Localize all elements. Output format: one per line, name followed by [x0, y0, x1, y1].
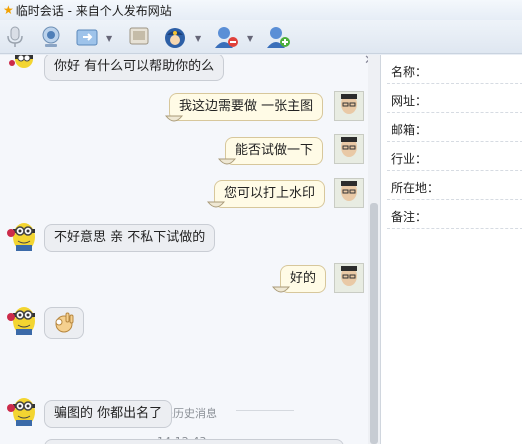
- chevron-down-icon[interactable]: ▼: [247, 34, 253, 43]
- message-bubble: 骗图的 你都出名了: [44, 400, 173, 428]
- message-bubble: 不好意思 亲 不私下试做的: [44, 224, 216, 252]
- profile-field-notes: 备注：: [391, 210, 428, 224]
- message-bubble: 您可以打上水印: [214, 180, 326, 208]
- user-avatar[interactable]: [334, 134, 364, 164]
- message-bubble: 你好 有什么可以帮助你的么: [44, 55, 225, 81]
- contact-avatar[interactable]: [6, 304, 36, 335]
- divider: [387, 228, 522, 229]
- message-bubble: 我这边需要做 一张主图: [169, 93, 324, 121]
- profile-field-website: 网址：: [391, 94, 428, 108]
- profile-field-industry: 行业：: [391, 152, 428, 166]
- microphone-icon[interactable]: [2, 24, 28, 50]
- profile-field-name: 名称：: [391, 65, 428, 79]
- chat-history: 你好 有什么可以帮助你的么 我这边需要做 一张主图 能否试做一下 您可以打上水印…: [0, 55, 370, 444]
- user-avatar[interactable]: [334, 263, 364, 293]
- contact-avatar[interactable]: [7, 55, 37, 85]
- police-icon[interactable]: [162, 24, 188, 50]
- chat-scrollbar[interactable]: [368, 55, 380, 444]
- divider: [236, 410, 294, 411]
- remove-user-icon[interactable]: [214, 24, 240, 50]
- bubble-tail-icon: [272, 286, 290, 293]
- message-bubble: [44, 307, 84, 339]
- divider: [387, 83, 522, 84]
- user-avatar[interactable]: [334, 178, 364, 208]
- send-file-icon[interactable]: [74, 24, 100, 50]
- title-bar: ★ 临时会话 - 来自个人发布网站: [0, 0, 522, 20]
- divider: [387, 112, 522, 113]
- divider: [387, 170, 522, 171]
- profile-field-location: 所在地：: [391, 181, 440, 195]
- bubble-tail-icon: [207, 201, 225, 208]
- star-icon: ★: [3, 3, 14, 17]
- contact-avatar[interactable]: [6, 220, 36, 251]
- toolbar: ▼ ▼ ▼: [0, 20, 522, 54]
- chevron-down-icon[interactable]: ▼: [195, 34, 201, 43]
- user-avatar[interactable]: [334, 91, 364, 121]
- ok-hand-emoji-icon: [55, 312, 74, 333]
- message-bubble: [44, 439, 344, 444]
- message-bubble: 能否试做一下: [225, 137, 324, 165]
- divider: [387, 199, 522, 200]
- window-title: 临时会话 - 来自个人发布网站: [15, 3, 172, 18]
- divider: [387, 141, 522, 142]
- chevron-down-icon[interactable]: ▼: [106, 34, 112, 43]
- contact-avatar[interactable]: [6, 395, 36, 426]
- screen-icon[interactable]: [126, 24, 152, 50]
- bubble-tail-icon: [218, 158, 236, 165]
- profile-field-email: 邮箱：: [391, 123, 428, 137]
- scroll-thumb[interactable]: [370, 203, 378, 444]
- add-user-icon[interactable]: [266, 24, 292, 50]
- contact-profile-panel: 名称： 网址： 邮箱： 行业： 所在地： 备注：: [380, 55, 522, 444]
- bubble-tail-icon: [165, 115, 183, 122]
- webcam-icon[interactable]: [38, 24, 64, 50]
